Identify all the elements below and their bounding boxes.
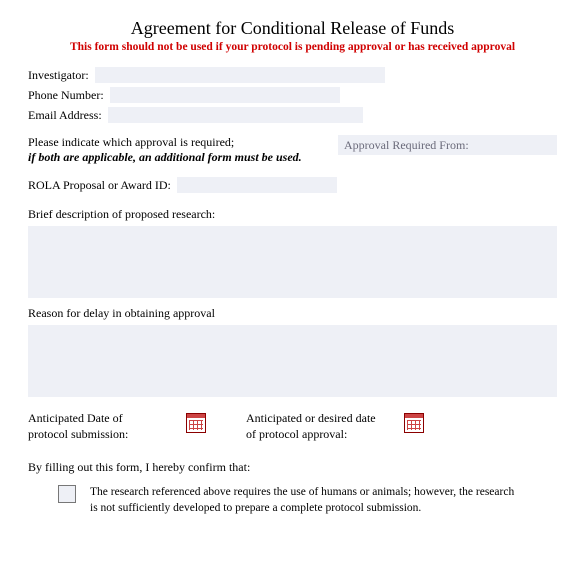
date1-line2: protocol submission: <box>28 427 128 441</box>
reason-input[interactable] <box>28 325 557 397</box>
calendar-icon[interactable] <box>186 413 206 433</box>
date2-label: Anticipated or desired date of protocol … <box>246 411 386 442</box>
phone-input[interactable] <box>110 87 340 103</box>
investigator-label: Investigator: <box>28 68 89 83</box>
calendar-icon[interactable] <box>404 413 424 433</box>
checkbox-1[interactable] <box>58 485 76 503</box>
reason-label: Reason for delay in obtaining approval <box>28 306 557 321</box>
date1-label: Anticipated Date of protocol submission: <box>28 411 168 442</box>
email-input[interactable] <box>108 107 363 123</box>
date2-line2: of protocol approval: <box>246 427 347 441</box>
checkbox-1-label: The research referenced above requires t… <box>90 485 520 516</box>
approval-instruction: Please indicate which approval is requir… <box>28 135 328 165</box>
phone-label: Phone Number: <box>28 88 104 103</box>
investigator-input[interactable] <box>95 67 385 83</box>
date2-line1: Anticipated or desired date <box>246 411 376 425</box>
approval-line2: if both are applicable, an additional fo… <box>28 150 302 164</box>
brief-label: Brief description of proposed research: <box>28 207 557 222</box>
email-label: Email Address: <box>28 108 102 123</box>
warning-text: This form should not be used if your pro… <box>28 41 557 53</box>
date1-line1: Anticipated Date of <box>28 411 123 425</box>
approval-line1: Please indicate which approval is requir… <box>28 135 234 149</box>
confirm-text: By filling out this form, I hereby confi… <box>28 460 557 475</box>
brief-input[interactable] <box>28 226 557 298</box>
rola-input[interactable] <box>177 177 337 193</box>
rola-label: ROLA Proposal or Award ID: <box>28 178 171 193</box>
approval-required-input[interactable]: Approval Required From: <box>338 135 557 155</box>
page-title: Agreement for Conditional Release of Fun… <box>28 18 557 39</box>
